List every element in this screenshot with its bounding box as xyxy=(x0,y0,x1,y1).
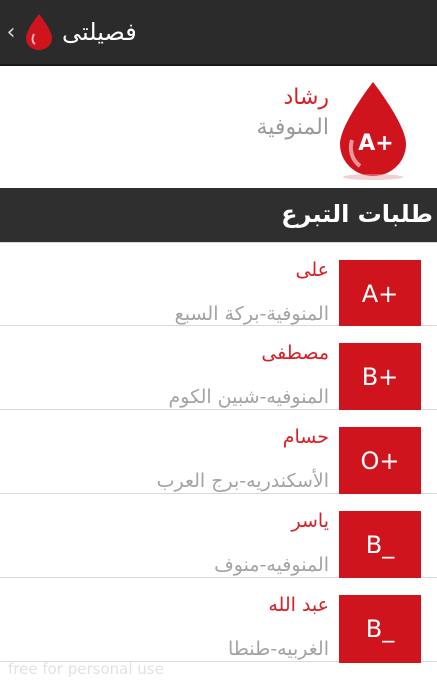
requester-location: المنوفيه-شبين الكوم xyxy=(168,386,330,408)
blood-type-badge: A+ xyxy=(339,260,421,328)
requester-location: المنوفيه-منوف xyxy=(214,554,329,576)
requester-location: الأسكندريه-برج العرب xyxy=(156,470,329,492)
blood-drop-icon xyxy=(26,14,52,50)
section-header: طلبات التبرع xyxy=(0,188,437,242)
action-bar: ‹ فصيلتى xyxy=(0,0,437,66)
requester-location: المنوفية-بركة السبع xyxy=(174,303,329,325)
list-item[interactable]: A+ على المنوفية-بركة السبع xyxy=(0,242,437,328)
list-item[interactable]: B_ ياسر المنوفيه-منوف xyxy=(0,494,437,579)
requester-name: حسام xyxy=(282,426,329,448)
user-profile: A+ رشاد المنوفية xyxy=(0,66,437,188)
blood-drop-icon: A+ xyxy=(340,82,406,180)
donation-requests-list: A+ على المنوفية-بركة السبع B+ مصطفى المن… xyxy=(0,242,437,663)
profile-location: المنوفية xyxy=(256,115,330,140)
list-item[interactable]: O+ حسام الأسكندريه-برج العرب xyxy=(0,410,437,495)
requester-name: عبد الله xyxy=(268,594,329,616)
chevron-left-icon[interactable]: ‹ xyxy=(3,20,19,46)
profile-name: رشاد xyxy=(283,85,329,110)
watermark: free for personal use xyxy=(8,660,164,678)
blood-type-badge: B+ xyxy=(339,343,421,411)
list-item[interactable]: B+ مصطفى المنوفيه-شبين الكوم xyxy=(0,326,437,411)
requester-name: مصطفى xyxy=(261,342,329,364)
requester-name: على xyxy=(295,259,329,281)
requester-name: ياسر xyxy=(291,510,329,532)
app-title: فصيلتى xyxy=(62,18,137,46)
list-item[interactable]: B_ عبد الله الغربيه-طنطا xyxy=(0,578,437,663)
blood-type-badge: B_ xyxy=(339,511,421,579)
blood-type-badge: B_ xyxy=(339,595,421,663)
blood-type-badge: O+ xyxy=(339,427,421,495)
requester-location: الغربيه-طنطا xyxy=(227,638,329,660)
section-title: طلبات التبرع xyxy=(281,200,433,228)
profile-blood-type: A+ xyxy=(358,131,393,156)
